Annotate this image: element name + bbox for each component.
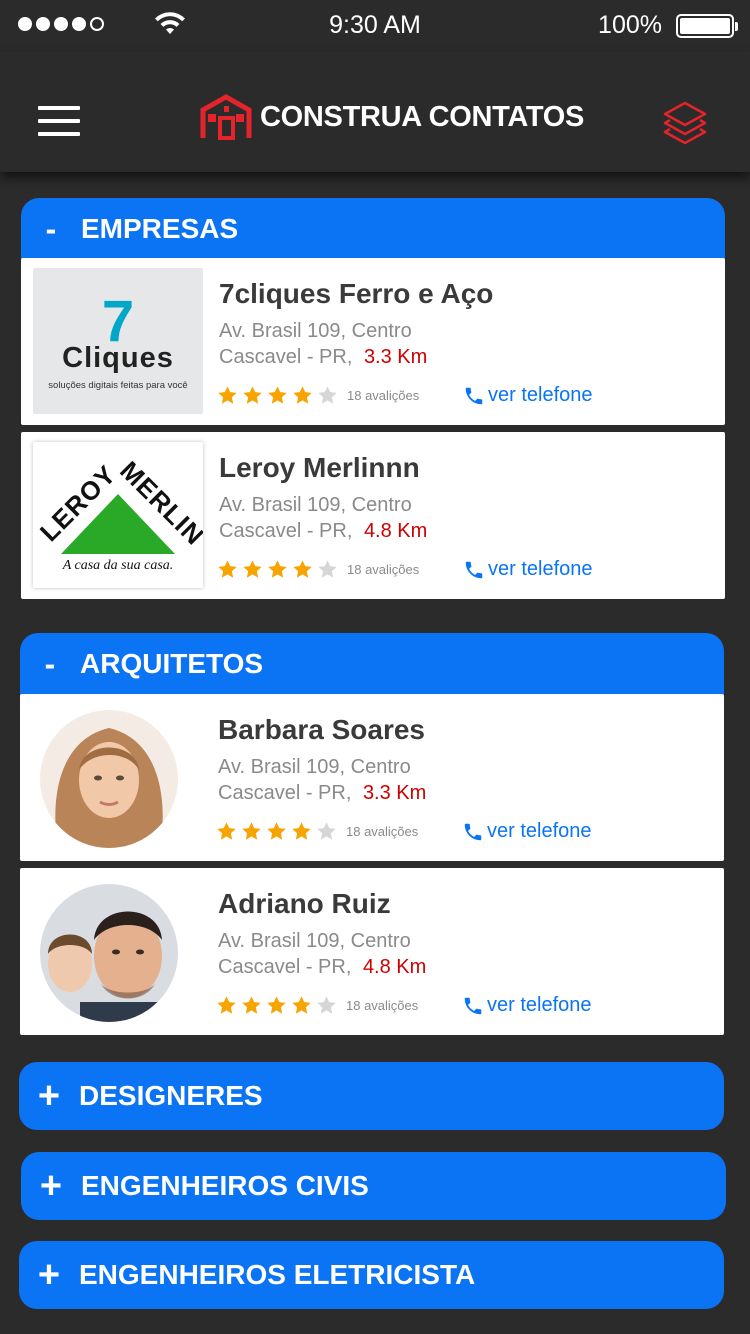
city: Cascavel - PR, [219, 346, 353, 368]
menu-button[interactable] [38, 106, 80, 136]
distance: 3.3 Km [362, 782, 427, 804]
star-filled-icon [267, 996, 286, 1014]
app-header: CONSTRUA CONTATOS [0, 52, 750, 172]
expand-icon: + [39, 1165, 63, 1207]
logo-tagline: A casa da sua casa. [62, 558, 174, 573]
expand-icon: + [37, 1254, 61, 1296]
address: Av. Brasil 109, Centro [218, 756, 411, 778]
address: Av. Brasil 109, Centro [218, 930, 411, 952]
section-title: ARQUITETOS [80, 648, 264, 679]
avatar [40, 884, 178, 1022]
star-filled-icon [293, 560, 312, 578]
star-empty-icon [318, 560, 337, 578]
battery-percentage: 100% [598, 11, 662, 39]
phone-icon [465, 387, 483, 404]
star-filled-icon [217, 822, 236, 840]
review-count: 18 avalições [347, 388, 420, 403]
city-line: Cascavel - PR, 3.3 Km [219, 346, 427, 369]
phone-icon [464, 997, 482, 1014]
section-title: ENGENHEIROS CIVIS [81, 1170, 369, 1201]
star-empty-icon [317, 822, 336, 840]
list-item[interactable]: Barbara Soares Av. Brasil 109, Centro Ca… [20, 694, 724, 861]
ver-telefone-label: ver telefone [487, 994, 592, 1016]
section-title: ENGENHEIROS ELETRICISTA [79, 1259, 476, 1290]
section-header-designeres[interactable]: + DESIGNERES [19, 1062, 724, 1130]
review-count: 18 avalições [347, 562, 420, 577]
person-photo-icon [40, 710, 178, 848]
status-bar: 9:30 AM 100% [0, 0, 750, 52]
city-line: Cascavel - PR, 3.3 Km [218, 782, 426, 805]
star-filled-icon [218, 560, 237, 578]
section-header-engenheiros-eletricista[interactable]: + ENGENHEIROS ELETRICISTA [19, 1241, 724, 1309]
address: Av. Brasil 109, Centro [219, 320, 412, 342]
star-rating: 18 avalições [216, 995, 418, 1016]
company-logo: LEROY MERLIN A casa da sua casa. [33, 442, 203, 588]
ver-telefone-link[interactable]: ver telefone [463, 558, 593, 581]
city-line: Cascavel - PR, 4.8 Km [218, 956, 426, 979]
avatar [40, 710, 178, 848]
app-logo: CONSTRUA CONTATOS [200, 94, 584, 140]
battery-icon [676, 14, 738, 38]
collapse-icon: - [44, 645, 56, 682]
company-name: Leroy Merlinnn [219, 452, 420, 483]
section-header-empresas[interactable]: - EMPRESAS [21, 198, 725, 260]
star-filled-icon [218, 386, 237, 404]
ver-telefone-label: ver telefone [488, 384, 593, 406]
star-filled-icon [268, 560, 287, 578]
app-title: CONSTRUA CONTATOS [260, 100, 585, 133]
star-filled-icon [268, 386, 287, 404]
expand-icon: + [37, 1075, 61, 1117]
star-filled-icon [267, 822, 286, 840]
distance: 4.8 Km [363, 520, 428, 542]
star-rating: 18 avalições [216, 821, 418, 842]
ver-telefone-link[interactable]: ver telefone [462, 994, 592, 1017]
city: Cascavel - PR, [219, 520, 353, 542]
section-header-engenheiros-civis[interactable]: + ENGENHEIROS CIVIS [21, 1152, 726, 1220]
layers-icon[interactable] [662, 100, 708, 144]
phone-icon [464, 823, 482, 840]
star-rating: 18 avalições [217, 385, 419, 406]
ver-telefone-label: ver telefone [488, 558, 593, 580]
person-photo-icon [40, 884, 178, 1022]
ver-telefone-link[interactable]: ver telefone [462, 820, 592, 843]
star-filled-icon [292, 822, 311, 840]
review-count: 18 avalições [346, 998, 419, 1013]
star-filled-icon [242, 822, 261, 840]
city: Cascavel - PR, [218, 956, 352, 978]
city-line: Cascavel - PR, 4.8 Km [219, 520, 427, 543]
star-filled-icon [217, 996, 236, 1014]
city: Cascavel - PR, [218, 782, 352, 804]
hamburger-icon [38, 106, 80, 110]
star-filled-icon [242, 996, 261, 1014]
phone-icon [465, 561, 483, 578]
list-item[interactable]: 7 Cliques soluções digitais feitas para … [21, 258, 725, 425]
star-filled-icon [293, 386, 312, 404]
star-filled-icon [292, 996, 311, 1014]
list-item[interactable]: LEROY MERLIN A casa da sua casa. Leroy M… [21, 432, 725, 599]
collapse-icon: - [45, 210, 57, 247]
star-filled-icon [243, 560, 262, 578]
section-title: DESIGNERES [79, 1080, 263, 1111]
section-header-arquitetos[interactable]: - ARQUITETOS [20, 633, 724, 695]
section-title: EMPRESAS [81, 213, 239, 244]
distance: 4.8 Km [362, 956, 427, 978]
star-rating: 18 avalições [217, 559, 419, 580]
review-count: 18 avalições [346, 824, 419, 839]
company-logo: 7 Cliques soluções digitais feitas para … [33, 268, 203, 414]
person-name: Barbara Soares [218, 714, 426, 745]
ver-telefone-link[interactable]: ver telefone [463, 384, 593, 407]
logo-tagline: soluções digitais feitas para você [48, 380, 188, 391]
ver-telefone-label: ver telefone [487, 820, 592, 842]
house-logo-icon [200, 94, 252, 140]
person-name: Adriano Ruiz [218, 888, 391, 919]
star-filled-icon [243, 386, 262, 404]
company-name: 7cliques Ferro e Aço [219, 278, 494, 309]
star-empty-icon [318, 386, 337, 404]
address: Av. Brasil 109, Centro [219, 494, 412, 516]
list-item[interactable]: Adriano Ruiz Av. Brasil 109, Centro Casc… [20, 868, 724, 1035]
star-empty-icon [317, 996, 336, 1014]
distance: 3.3 Km [363, 346, 428, 368]
logo-wordmark: Cliques [62, 342, 174, 374]
